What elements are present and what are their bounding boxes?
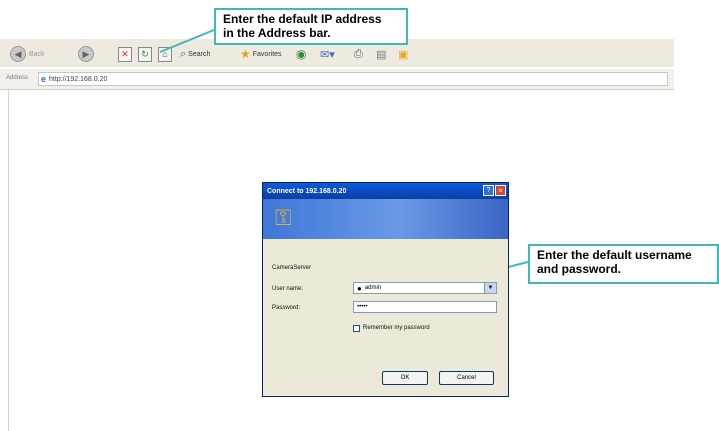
user-icon: ● [357, 283, 362, 293]
cancel-label: Cancel [457, 375, 476, 381]
credentials-callout-line-2: and password. [537, 262, 622, 276]
help-button[interactable]: ? [483, 185, 494, 196]
keys-icon: ⚿ [275, 205, 292, 230]
password-label: Password: [272, 305, 301, 311]
address-callout-leader [159, 29, 215, 53]
dialog-banner [263, 199, 508, 239]
user-name-combobox[interactable]: ● admin ▼ [353, 282, 497, 294]
close-button[interactable]: ✕ [495, 185, 506, 196]
realm-label: CameraServer [272, 265, 312, 271]
credentials-callout-line-1: Enter the default username [537, 248, 692, 262]
address-callout: Enter the default IP address in the Addr… [214, 8, 408, 45]
cancel-button[interactable]: Cancel [439, 371, 494, 385]
credentials-callout: Enter the default username and password. [528, 244, 719, 284]
ok-button[interactable]: OK [382, 371, 428, 385]
password-value: ••••• [357, 304, 368, 310]
connect-dialog: Connect to 192.168.0.20 ? ✕ ⚿ CameraServ… [262, 182, 509, 397]
address-callout-line-1: Enter the default IP address [223, 12, 382, 26]
password-field[interactable]: ••••• [353, 301, 497, 313]
ok-label: OK [400, 375, 410, 381]
remember-password-label: Remember my password [363, 325, 430, 331]
address-callout-line-2: in the Address bar. [223, 26, 331, 40]
chevron-down-icon[interactable]: ▼ [484, 283, 496, 293]
dialog-title: Connect to 192.168.0.20 [267, 187, 347, 195]
user-name-label: User name: [272, 286, 304, 292]
remember-password-checkbox[interactable] [353, 325, 360, 332]
user-name-value: admin [364, 285, 382, 291]
dialog-title-bar: Connect to 192.168.0.20 [263, 183, 508, 199]
